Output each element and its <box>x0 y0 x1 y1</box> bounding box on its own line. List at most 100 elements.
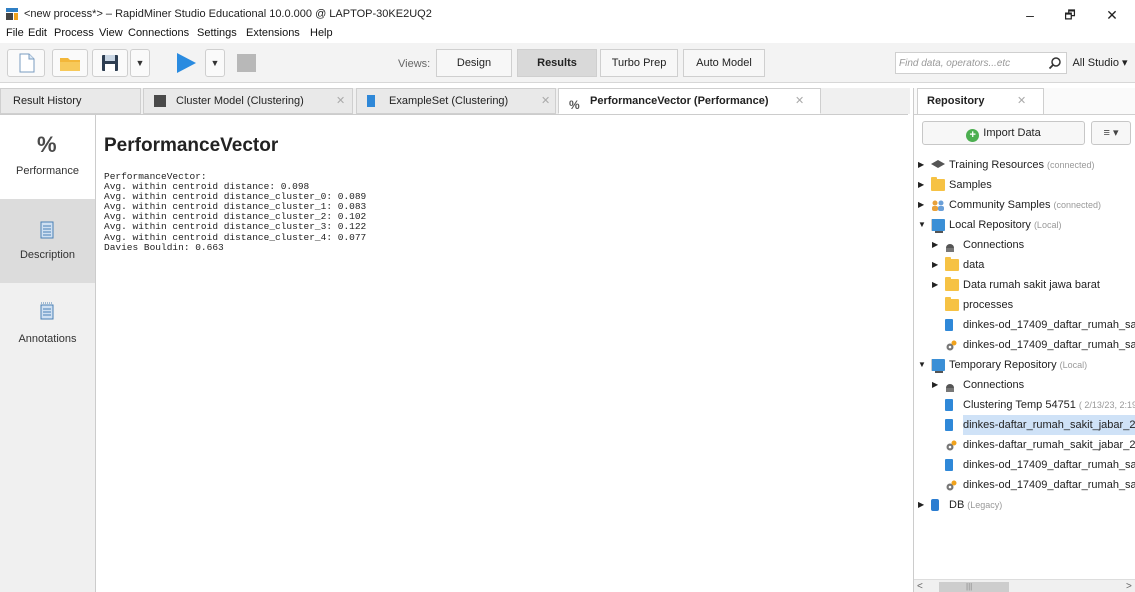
search-icon <box>1048 57 1061 70</box>
nav-description[interactable]: Description <box>0 199 95 283</box>
menu-process[interactable]: Process <box>54 27 94 39</box>
tree-item[interactable]: dinkes-daftar_rumah_sakit_jabar_201 <box>914 435 1135 455</box>
global-search-input[interactable]: Find data, operators...etc <box>895 52 1067 74</box>
tree-item[interactable]: processes <box>914 295 1135 315</box>
new-process-button[interactable] <box>7 49 45 77</box>
repository-panel: Repository ✕ + Import Data ≡ ▾ ▶ Training … <box>913 88 1135 592</box>
menu-settings[interactable]: Settings <box>197 27 237 39</box>
minimize-button[interactable]: – <box>1010 4 1050 26</box>
tab-repository[interactable]: Repository ✕ <box>917 88 1044 114</box>
tree-item-note: ( 2/13/23, 2:19 P <box>1078 400 1135 410</box>
view-auto-model-tab[interactable]: Auto Model <box>683 49 765 77</box>
cluster-model-icon <box>154 95 166 107</box>
main-toolbar: ▼ ▼ Views: Design Results Turbo Prep Aut… <box>0 43 1135 83</box>
menu-connections[interactable]: Connections <box>128 27 189 39</box>
menu-bar: File Edit Process View Connections Setti… <box>0 24 700 42</box>
save-dropdown-button[interactable]: ▼ <box>130 49 150 77</box>
stop-button[interactable] <box>231 49 263 77</box>
close-tab-icon[interactable]: ✕ <box>336 89 345 113</box>
tree-item[interactable]: dinkes-od_17409_daftar_rumah_sakit <box>914 335 1135 355</box>
menu-extensions[interactable]: Extensions <box>246 27 300 39</box>
import-data-button[interactable]: + Import Data <box>922 121 1085 145</box>
nav-label: Description <box>19 249 76 261</box>
tree-item-label: Samples <box>949 179 992 191</box>
tree-item[interactable]: ▶ Data rumah sakit jawa barat <box>914 275 1135 295</box>
tab-exampleset[interactable]: ExampleSet (Clustering) ✕ <box>356 88 556 114</box>
close-tab-icon[interactable]: ✕ <box>541 89 550 113</box>
text-line: Davies Bouldin: 0.663 <box>104 241 224 253</box>
tree-item[interactable]: ▶ Community Samples (connected) <box>914 195 1135 215</box>
tree-item-label: dinkes-od_17409_daftar_rumah_sakit <box>963 459 1135 471</box>
document-icon <box>40 221 54 239</box>
expand-right-icon[interactable]: ▶ <box>918 175 924 195</box>
result-view-nav: % Performance Description Annotations <box>0 114 96 592</box>
close-tab-icon[interactable]: ✕ <box>795 89 804 113</box>
scroll-thumb[interactable] <box>939 582 1009 592</box>
tree-item-label: Training Resources (connected) <box>949 159 1095 171</box>
open-process-button[interactable] <box>52 49 88 77</box>
tab-label: Cluster Model (Clustering) <box>176 95 304 107</box>
menu-edit[interactable]: Edit <box>28 27 47 39</box>
tree-item[interactable]: ▼ Temporary Repository (Local) <box>914 355 1135 375</box>
tree-item[interactable]: dinkes-daftar_rumah_sakit_jabar_201 <box>914 415 1135 435</box>
tree-item-label: Data rumah sakit jawa barat <box>963 279 1100 291</box>
menu-file[interactable]: File <box>6 27 24 39</box>
repository-icon <box>931 219 945 233</box>
expand-down-icon[interactable]: ▼ <box>918 355 926 375</box>
tree-item[interactable]: ▶ data <box>914 255 1135 275</box>
view-results-tab[interactable]: Results <box>517 49 597 77</box>
tree-item-label: Clustering Temp 54751( 2/13/23, 2:19 P <box>963 395 1135 415</box>
tree-item-label: DB (Legacy) <box>949 499 1003 511</box>
tab-performance-vector[interactable]: % PerformanceVector (Performance) ✕ <box>558 88 821 114</box>
process-gear-icon <box>945 339 957 351</box>
expand-right-icon[interactable]: ▶ <box>932 255 938 275</box>
all-studio-dropdown[interactable]: All Studio ▾ <box>1069 52 1131 74</box>
tab-result-history[interactable]: Result History <box>0 88 141 114</box>
tree-item[interactable]: dinkes-od_17409_daftar_rumah_sakit <box>914 475 1135 495</box>
tree-item-label: dinkes-od_17409_daftar_rumah_sakit <box>963 479 1135 491</box>
tree-item[interactable]: ▼ Local Repository (Local) <box>914 215 1135 235</box>
tree-item[interactable]: ▶ DB (Legacy) <box>914 495 1135 515</box>
repository-menu-button[interactable]: ≡ ▾ <box>1091 121 1131 145</box>
tree-item-label: dinkes-daftar_rumah_sakit_jabar_201 <box>963 415 1135 435</box>
expand-right-icon[interactable]: ▶ <box>918 495 924 515</box>
tree-item-label: dinkes-daftar_rumah_sakit_jabar_201 <box>963 439 1135 451</box>
expand-right-icon[interactable]: ▶ <box>932 375 938 395</box>
data-table-icon <box>945 419 953 431</box>
nav-label: Annotations <box>18 333 77 345</box>
tree-item-note: (Local) <box>1059 360 1088 370</box>
tree-item[interactable]: dinkes-od_17409_daftar_rumah_sakit <box>914 315 1135 335</box>
annotation-icon <box>40 302 54 320</box>
horizontal-scrollbar[interactable]: < ||| > <box>914 579 1135 592</box>
plus-icon: + <box>966 129 980 142</box>
run-button[interactable] <box>167 49 203 77</box>
nav-performance[interactable]: % Performance <box>0 115 95 199</box>
tree-item[interactable]: ▶ Training Resources (connected) <box>914 155 1135 175</box>
close-tab-icon[interactable]: ✕ <box>1017 89 1026 114</box>
tree-item[interactable]: Clustering Temp 54751( 2/13/23, 2:19 P <box>914 395 1135 415</box>
maximize-button[interactable]: 🗗 <box>1050 4 1090 26</box>
view-turbo-prep-tab[interactable]: Turbo Prep <box>600 49 678 77</box>
tree-item[interactable]: ▶ Connections <box>914 375 1135 395</box>
expand-down-icon[interactable]: ▼ <box>918 215 926 235</box>
new-document-icon <box>19 53 35 73</box>
expand-right-icon[interactable]: ▶ <box>918 155 924 175</box>
view-design-tab[interactable]: Design <box>436 49 512 77</box>
expand-right-icon[interactable]: ▶ <box>918 195 924 215</box>
tree-item[interactable]: ▶ Samples <box>914 175 1135 195</box>
menu-view[interactable]: View <box>99 27 123 39</box>
expand-right-icon[interactable]: ▶ <box>932 235 938 255</box>
tree-item[interactable]: ▶ Connections <box>914 235 1135 255</box>
repository-body: + Import Data ≡ ▾ ▶ Training Resources (con… <box>914 114 1135 592</box>
percent-icon: % <box>569 98 580 112</box>
nav-annotations[interactable]: Annotations <box>0 283 95 367</box>
tree-item[interactable]: dinkes-od_17409_daftar_rumah_sakit <box>914 455 1135 475</box>
menu-help[interactable]: Help <box>310 27 333 39</box>
scroll-left-icon[interactable]: < <box>917 580 923 592</box>
run-dropdown-button[interactable]: ▼ <box>205 49 225 77</box>
save-button[interactable] <box>92 49 128 77</box>
tab-cluster-model[interactable]: Cluster Model (Clustering) ✕ <box>143 88 353 114</box>
expand-right-icon[interactable]: ▶ <box>932 275 938 295</box>
scroll-right-icon[interactable]: > <box>1126 580 1132 592</box>
close-button[interactable]: ✕ <box>1092 4 1132 26</box>
